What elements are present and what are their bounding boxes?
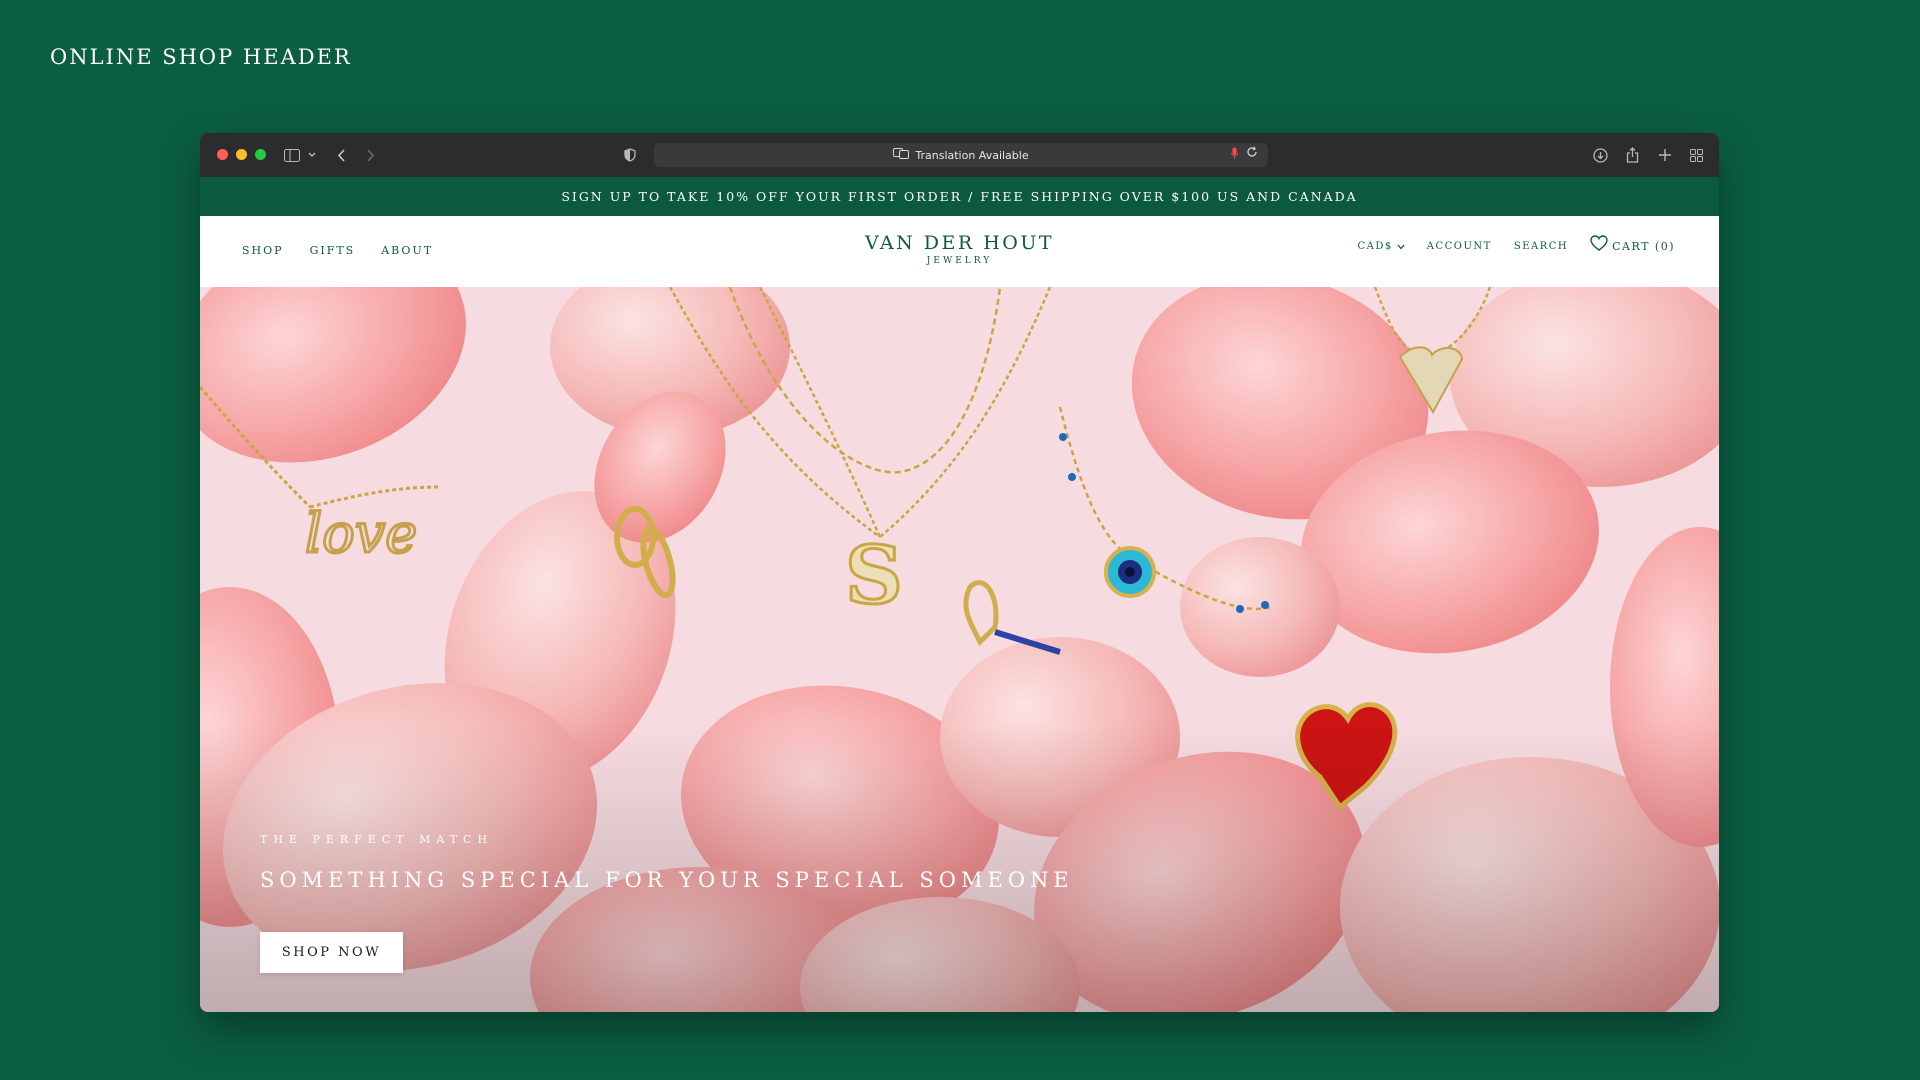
heart-icon [1590, 234, 1608, 251]
forward-icon[interactable] [366, 133, 375, 177]
utility-nav: CAD$ ACCOUNT SEARCH CART (0) [1358, 234, 1676, 253]
promo-bar[interactable]: SIGN UP TO TAKE 10% OFF YOUR FIRST ORDER… [200, 177, 1719, 216]
cart-label: CART (0) [1612, 240, 1675, 253]
currency-label: CAD$ [1357, 241, 1393, 252]
cart-link[interactable]: CART (0) [1590, 234, 1675, 253]
new-tab-icon[interactable] [1659, 133, 1671, 177]
browser-titlebar: Translation Available [200, 133, 1719, 177]
chevron-down-icon[interactable] [308, 133, 316, 177]
address-text: Translation Available [915, 148, 1029, 162]
microphone-icon[interactable] [1231, 147, 1238, 162]
shield-icon[interactable] [624, 133, 636, 177]
hero-caption: THE PERFECT MATCH SOMETHING SPECIAL FOR … [260, 833, 1074, 892]
currency-selector[interactable]: CAD$ [1358, 241, 1405, 252]
reload-icon[interactable] [1246, 146, 1258, 162]
hero-headline: SOMETHING SPECIAL FOR YOUR SPECIAL SOMEO… [260, 868, 1074, 892]
close-window-button[interactable] [217, 149, 228, 160]
account-link[interactable]: ACCOUNT [1427, 241, 1492, 252]
site-header: SHOP GIFTS ABOUT VAN DER HOUT JEWELRY CA… [200, 216, 1719, 287]
page-label: ONLINE SHOP HEADER [50, 45, 352, 69]
promo-text[interactable]: SIGN UP TO TAKE 10% OFF YOUR FIRST ORDER… [561, 189, 1357, 204]
window-controls [217, 149, 266, 160]
hero-eyebrow: THE PERFECT MATCH [260, 833, 494, 846]
brand-subtitle: JEWELRY [926, 256, 993, 266]
tab-overview-icon[interactable] [1690, 133, 1703, 177]
search-link[interactable]: SEARCH [1514, 241, 1568, 252]
translate-icon[interactable] [893, 148, 910, 162]
sidebar-icon[interactable] [284, 133, 300, 177]
share-icon[interactable] [1626, 133, 1639, 177]
shop-now-button[interactable]: SHOP NOW [260, 932, 403, 973]
zoom-window-button[interactable] [255, 149, 266, 160]
minimize-window-button[interactable] [236, 149, 247, 160]
back-icon[interactable] [337, 133, 346, 177]
download-icon[interactable] [1593, 133, 1608, 177]
chevron-down-icon [1397, 244, 1405, 249]
hero-image: love S [200, 287, 1719, 1012]
browser-window: Translation Available SIGN UP TO TAKE 10… [200, 133, 1719, 1012]
hero-banner: love S [200, 287, 1719, 1012]
address-bar[interactable]: Translation Available [654, 143, 1268, 167]
